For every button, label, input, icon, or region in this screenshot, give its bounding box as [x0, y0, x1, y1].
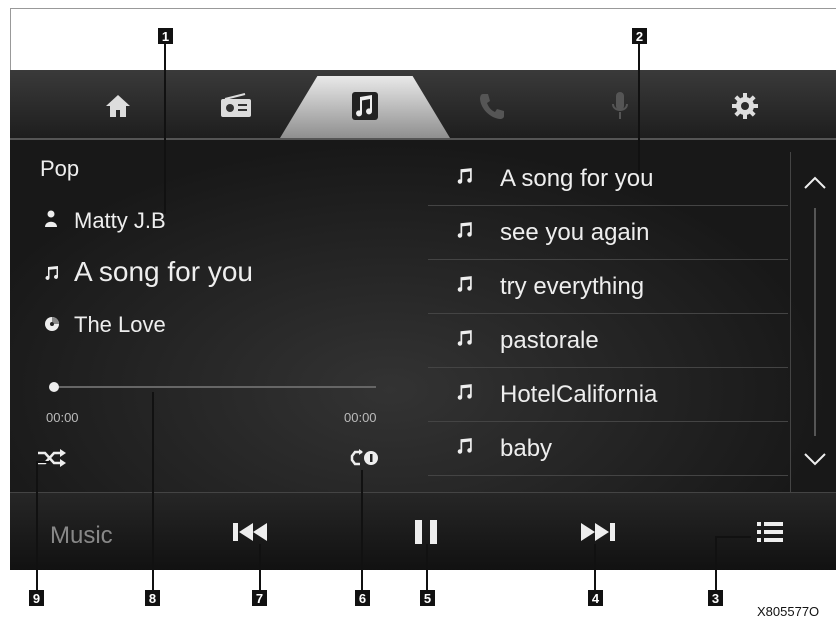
artist-name: Matty J.B	[74, 208, 166, 233]
top-nav-bar	[10, 70, 836, 138]
figure-code: X805577O	[757, 604, 820, 619]
artist-row: Matty J.B	[44, 208, 166, 234]
playlist-item-label: A song for you	[500, 164, 654, 192]
music-note-icon	[44, 256, 74, 288]
tab-home[interactable]	[88, 84, 148, 128]
music-note-icon	[428, 383, 500, 406]
callout-2: 2	[632, 28, 647, 44]
next-icon	[581, 523, 615, 541]
callout-leader	[715, 536, 751, 538]
callout-5: 5	[420, 590, 435, 606]
progress-bar[interactable]	[54, 386, 376, 388]
callout-leader	[152, 392, 154, 590]
callout-3: 3	[708, 590, 723, 606]
playlist-item-label: HotelCalifornia	[500, 380, 658, 408]
callout-leader	[259, 544, 261, 590]
callout-leader	[164, 42, 166, 214]
callout-4: 4	[588, 590, 603, 606]
playlist-item-label: see you again	[500, 218, 650, 246]
chevron-down-icon[interactable]	[803, 452, 827, 466]
playlist-button[interactable]	[750, 512, 790, 552]
gear-icon	[732, 93, 758, 119]
repeat-one-button[interactable]	[350, 448, 380, 473]
playlist-item[interactable]: HotelCalifornia	[428, 368, 788, 422]
pause-icon	[415, 520, 437, 544]
callout-7: 7	[252, 590, 267, 606]
playlist-item[interactable]: pastorale	[428, 314, 788, 368]
callout-leader	[36, 461, 50, 463]
previous-icon	[233, 523, 267, 541]
music-note-icon	[428, 167, 500, 190]
callout-leader	[361, 470, 363, 590]
home-icon	[106, 95, 130, 117]
tab-phone[interactable]	[462, 84, 522, 128]
music-note-icon	[428, 437, 500, 460]
callout-6: 6	[355, 590, 370, 606]
previous-button[interactable]	[226, 512, 276, 552]
phone-icon	[480, 94, 504, 119]
callout-9: 9	[29, 590, 44, 606]
music-icon	[352, 92, 378, 120]
tab-radio[interactable]	[206, 84, 266, 128]
callout-leader	[715, 536, 717, 590]
next-button[interactable]	[572, 512, 622, 552]
list-icon	[757, 522, 783, 542]
playlist-item[interactable]: A song for you	[428, 152, 788, 206]
callout-leader	[594, 544, 596, 590]
callout-1: 1	[158, 28, 173, 44]
person-icon	[44, 208, 74, 234]
callout-leader	[426, 544, 428, 590]
callout-leader	[638, 42, 640, 174]
progress-handle[interactable]	[49, 382, 59, 392]
tab-voice[interactable]	[590, 84, 650, 128]
shuffle-icon	[38, 449, 66, 467]
infotainment-screen: Pop Matty J.B A song for you The Love 00…	[10, 70, 836, 570]
genre-label: Pop	[40, 156, 80, 181]
callout-leader	[36, 462, 38, 590]
callout-8: 8	[145, 590, 160, 606]
elapsed-time: 00:00	[46, 410, 79, 425]
total-time: 00:00	[344, 410, 377, 425]
playlist-item[interactable]: try everything	[428, 260, 788, 314]
repeat-one-icon	[350, 449, 378, 466]
scroll-track[interactable]	[814, 208, 816, 436]
disc-icon	[44, 312, 74, 338]
playlist-item-label: baby	[500, 434, 553, 462]
playlist: A song for you see you again try everyth…	[428, 152, 788, 492]
microphone-icon	[612, 92, 628, 119]
album-name: The Love	[74, 312, 166, 337]
playlist-item[interactable]: baby	[428, 422, 788, 476]
playlist-scrollbar[interactable]	[790, 152, 836, 492]
source-label: Music	[50, 522, 113, 549]
tab-settings[interactable]	[715, 84, 775, 128]
music-note-icon	[428, 275, 500, 298]
track-title: A song for you	[74, 256, 254, 287]
album-row: The Love	[44, 312, 166, 338]
tab-music[interactable]	[335, 84, 395, 128]
playlist-item-label: try everything	[500, 272, 645, 300]
chevron-up-icon[interactable]	[803, 176, 827, 190]
playlist-item[interactable]: see you again	[428, 206, 788, 260]
radio-icon	[221, 93, 251, 117]
music-note-icon	[428, 221, 500, 244]
music-note-icon	[428, 329, 500, 352]
title-row: A song for you	[44, 256, 253, 288]
playlist-item-label: pastorale	[500, 326, 599, 354]
